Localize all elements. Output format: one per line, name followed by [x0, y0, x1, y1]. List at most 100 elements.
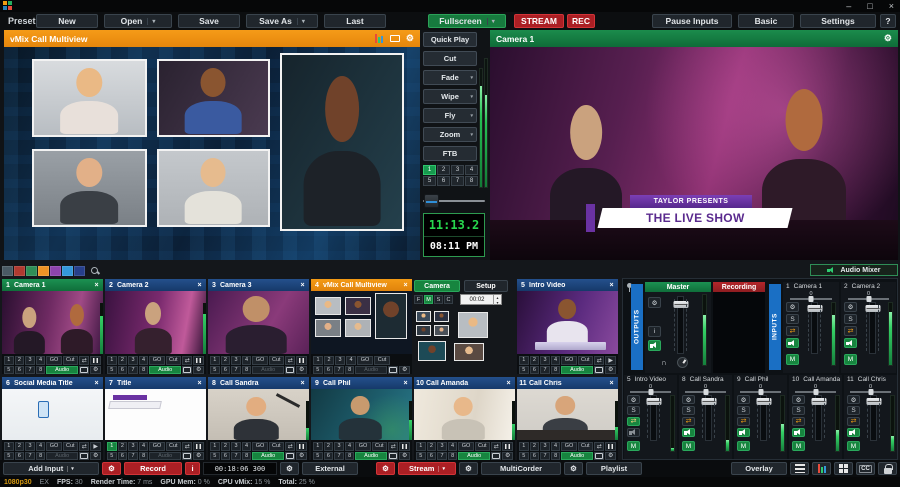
monitor-icon[interactable]	[285, 452, 296, 461]
input-thumbnail[interactable]	[2, 389, 103, 440]
fade-button[interactable]: Fade▾	[423, 70, 477, 85]
loop-icon[interactable]: ⇄	[388, 442, 399, 451]
preview-video[interactable]	[4, 47, 420, 260]
audio-button[interactable]: Audio	[355, 452, 386, 461]
duration-stepper[interactable]: 00:02▴▾	[460, 294, 502, 305]
inputs-tab[interactable]: INPUTS	[769, 284, 781, 370]
stream-settings-gear-icon[interactable]: ⚙	[376, 462, 395, 475]
fader-handle[interactable]	[701, 398, 716, 405]
chevron-down-icon[interactable]: ▾	[470, 113, 473, 119]
gear-icon[interactable]: ⚙	[90, 366, 101, 375]
solo-button[interactable]: S	[844, 314, 857, 324]
overlay-2-button[interactable]: 2	[221, 442, 231, 451]
go-button[interactable]: GO	[357, 356, 373, 365]
input-header[interactable]: 8Call Sandra×	[208, 377, 309, 389]
overlay-2-button[interactable]: 2	[118, 442, 128, 451]
volume-fader[interactable]	[815, 395, 822, 441]
fader-handle[interactable]	[673, 301, 688, 308]
overlay-4-button[interactable]: 4	[36, 442, 46, 451]
overlay-1-button[interactable]: 1	[4, 356, 14, 365]
lock-icon[interactable]	[878, 462, 897, 475]
overlay-1-button[interactable]: 1	[4, 442, 14, 451]
cut-button[interactable]: Cut	[423, 51, 477, 66]
monitor-icon[interactable]	[388, 452, 399, 461]
gear-icon[interactable]: ⚙	[847, 395, 860, 404]
pan-handle[interactable]	[868, 389, 873, 395]
go-button[interactable]: GO	[149, 442, 164, 451]
pause-icon[interactable]	[605, 442, 616, 451]
fader-handle[interactable]	[866, 398, 881, 405]
go-button[interactable]: GO	[458, 442, 473, 451]
monitor-icon[interactable]	[182, 366, 193, 375]
overlay-6-button[interactable]: 6	[15, 366, 25, 375]
solo-button[interactable]: S	[792, 406, 805, 415]
audio-button[interactable]: Audio	[355, 366, 386, 375]
master-volume-fader[interactable]	[677, 296, 684, 354]
close-icon[interactable]: ×	[399, 282, 412, 289]
cut-button[interactable]: Cut	[372, 442, 387, 451]
new-button[interactable]: New	[36, 14, 98, 28]
gear-icon[interactable]: ⚙	[792, 395, 805, 404]
overlay-1-button[interactable]: 1	[416, 442, 426, 451]
overlay-8-button[interactable]: 8	[345, 366, 355, 375]
headphones-icon[interactable]: ∩	[661, 358, 667, 367]
overlay-5-button[interactable]: 5	[519, 366, 529, 375]
mute-button[interactable]: M	[786, 354, 799, 365]
overlay-6-button[interactable]: 6	[427, 452, 437, 461]
camera-tab-button[interactable]: Camera	[414, 280, 460, 292]
speaker-icon[interactable]	[792, 428, 805, 437]
cut-button[interactable]: Cut	[63, 442, 78, 451]
overlay-2-button[interactable]: 2	[324, 442, 334, 451]
solo-button[interactable]: S	[847, 406, 860, 415]
cut-button[interactable]: Cut	[166, 356, 181, 365]
speaker-icon[interactable]	[844, 338, 857, 348]
bus-routing-icon[interactable]: ⇄	[786, 326, 799, 336]
help-button[interactable]: ?	[880, 14, 896, 28]
close-icon[interactable]: ×	[296, 380, 309, 387]
input-header[interactable]: 9Call Phil×	[311, 377, 412, 389]
close-icon[interactable]: ×	[90, 380, 103, 387]
speaker-icon[interactable]	[786, 338, 799, 348]
overlay-2-button[interactable]: 2	[15, 356, 25, 365]
external-button[interactable]: External	[302, 462, 358, 475]
solo-button[interactable]: S	[682, 406, 695, 415]
maximize-icon[interactable]: □	[867, 0, 872, 12]
play-icon[interactable]: ▶	[90, 442, 101, 451]
overlay-8-button[interactable]: 8	[139, 366, 149, 375]
input-thumbnail[interactable]	[208, 389, 309, 440]
overlay-2-button[interactable]: 2	[530, 442, 540, 451]
overlay-4-button[interactable]: 4	[242, 356, 252, 365]
input-header[interactable]: 7Title×	[105, 377, 206, 389]
loop-icon[interactable]: ⇄	[79, 442, 90, 451]
overlay-4-button[interactable]: 4	[139, 356, 149, 365]
pan-slider[interactable]: 0	[624, 384, 677, 395]
gear-icon[interactable]: ⚙	[296, 452, 307, 461]
chevron-down-icon[interactable]: ▾	[470, 75, 473, 81]
mute-button[interactable]: M	[792, 441, 805, 451]
quick-play-button[interactable]: Quick Play	[423, 32, 477, 47]
pan-handle[interactable]	[758, 389, 763, 395]
loop-icon[interactable]: ⇄	[182, 442, 193, 451]
volume-fader[interactable]	[869, 302, 876, 354]
pause-inputs-button[interactable]: Pause Inputs	[652, 14, 732, 28]
monitor-knob[interactable]	[677, 357, 688, 368]
ftb-button[interactable]: FTB	[423, 146, 477, 161]
category-swatch[interactable]	[50, 266, 61, 276]
multicorder-button[interactable]: MultiCorder	[481, 462, 561, 475]
chevron-down-icon[interactable]: ▾	[487, 18, 495, 25]
audio-button[interactable]: Audio	[46, 452, 77, 461]
mute-button[interactable]: M	[682, 441, 695, 451]
category-swatch[interactable]	[38, 266, 49, 276]
mute-button[interactable]: M	[844, 354, 857, 365]
tbar-handle[interactable]	[424, 194, 439, 208]
overlay-7-button[interactable]: 7	[128, 452, 138, 461]
pause-icon[interactable]	[399, 442, 410, 451]
open-button[interactable]: Open▾	[104, 14, 172, 28]
minimize-icon[interactable]: –	[846, 0, 851, 12]
go-button[interactable]: GO	[149, 356, 164, 365]
overlay-number-button[interactable]: 1	[423, 165, 436, 175]
pan-slider[interactable]: 0	[844, 384, 897, 395]
go-button[interactable]: GO	[46, 442, 61, 451]
overlay-4-button[interactable]: 4	[551, 442, 561, 451]
overlay-7-button[interactable]: 7	[231, 452, 241, 461]
